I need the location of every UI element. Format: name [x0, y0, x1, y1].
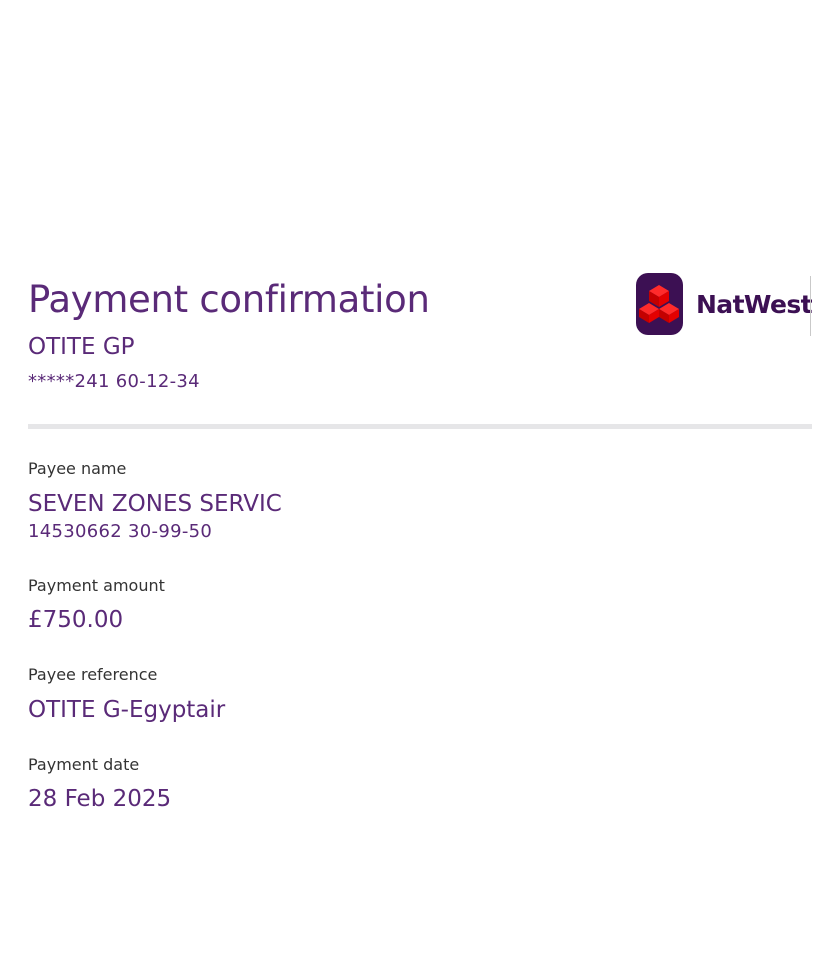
brand-logo: NatWest [636, 272, 813, 336]
account-number: *****241 60-12-34 [28, 371, 200, 392]
payee-name-label: Payee name [28, 459, 127, 478]
logo-edge-divider [810, 276, 811, 336]
payee-account-value: 14530662 30-99-50 [28, 521, 213, 542]
payment-date-value: 28 Feb 2025 [28, 786, 172, 812]
account-name: OTITE GP [28, 334, 135, 360]
payee-reference-label: Payee reference [28, 665, 158, 684]
payee-reference-value: OTITE G-Egyptair [28, 697, 226, 723]
natwest-logo-icon [636, 273, 683, 335]
payment-amount-label: Payment amount [28, 576, 165, 595]
section-divider [28, 424, 812, 429]
payee-name-value: SEVEN ZONES SERVIC [28, 491, 282, 517]
payment-amount-value: £750.00 [28, 607, 124, 633]
brand-name: NatWest [695, 289, 813, 319]
page-title: Payment confirmation [28, 278, 430, 321]
payment-date-label: Payment date [28, 755, 140, 774]
